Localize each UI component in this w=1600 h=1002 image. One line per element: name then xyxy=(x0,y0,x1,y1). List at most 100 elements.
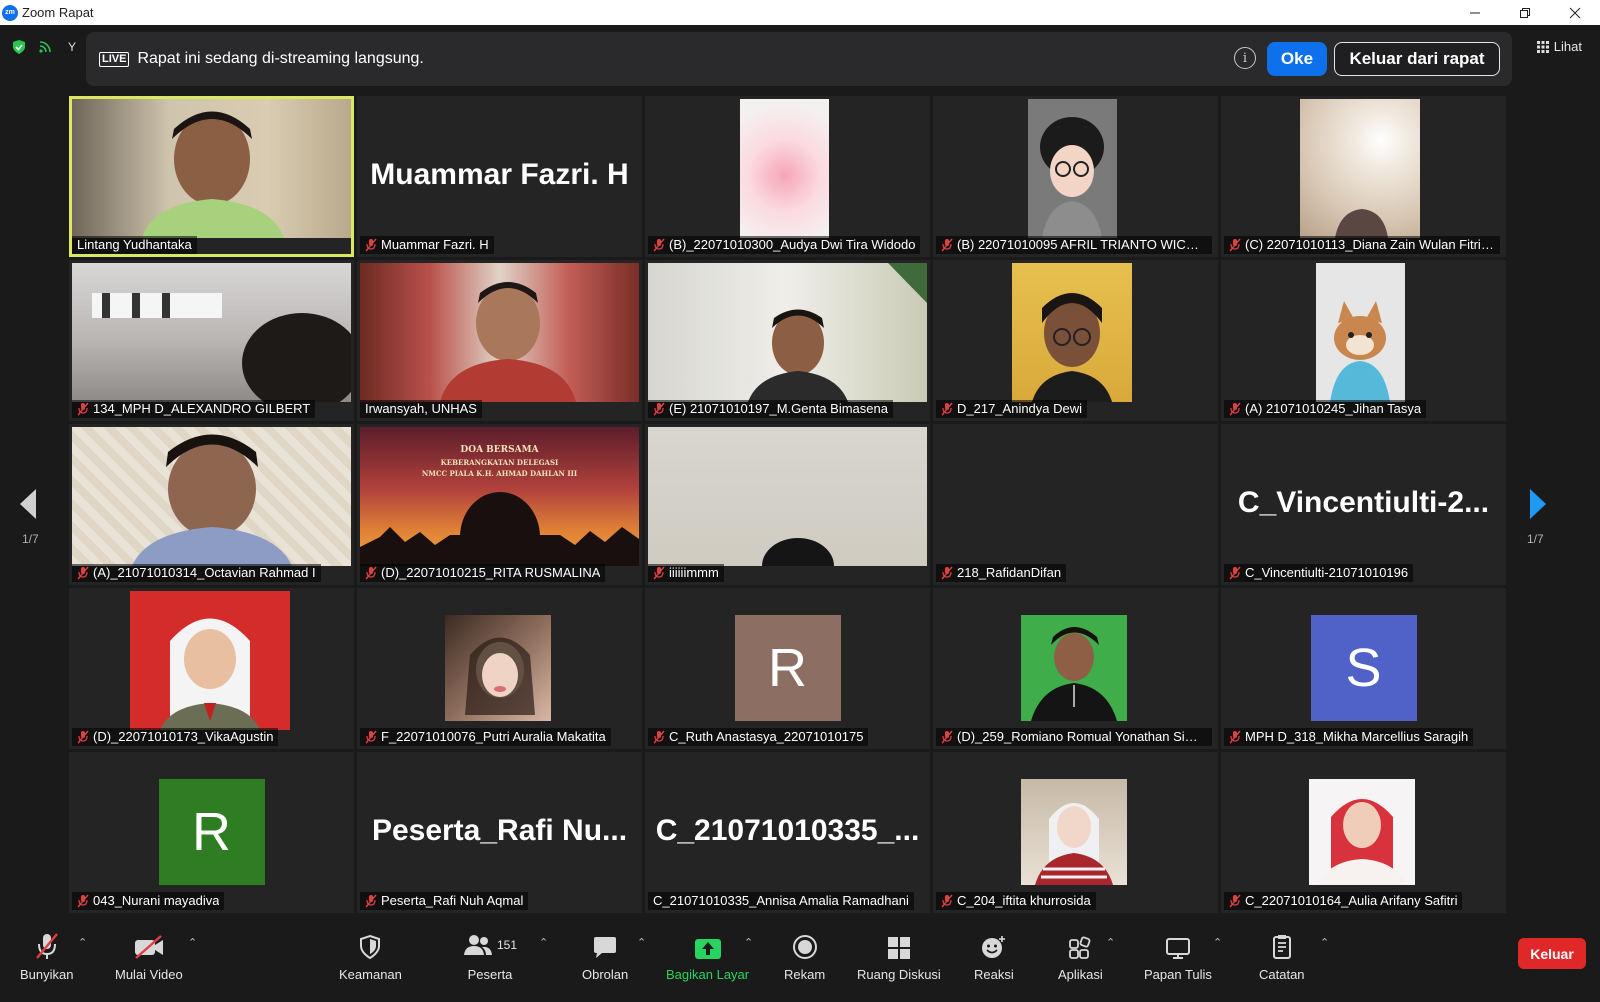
crowd-silhouette-icon xyxy=(360,492,639,566)
participant-name: iiiiiimmm xyxy=(669,565,719,580)
reactions-button[interactable]: Reaksi xyxy=(974,930,1014,982)
previous-page-icon[interactable] xyxy=(18,488,38,520)
participant-tile[interactable]: C_Vincentiulti-2... C_Vincentiulti-21071… xyxy=(1221,424,1506,585)
participant-name: (B)_22071010300_Audya Dwi Tira Widodo xyxy=(669,237,916,252)
participant-tile[interactable]: C_21071010335_... C_21071010335_Annisa A… xyxy=(645,752,930,913)
participant-name: D_217_Anindya Dewi xyxy=(957,401,1083,416)
participant-tile[interactable]: Peserta_Rafi Nu... Peserta_Rafi Nuh Aqma… xyxy=(357,752,642,913)
participant-tile[interactable]: iiiiiimmm xyxy=(645,424,930,585)
participants-count: 151 xyxy=(497,938,518,952)
muted-mic-icon xyxy=(365,238,377,252)
participant-name: Lintang Yudhantaka xyxy=(77,237,192,252)
participant-name: C_Ruth Anastasya_22071010175 xyxy=(669,729,864,744)
unmute-button[interactable]: Bunyikan xyxy=(20,930,73,982)
view-button[interactable]: Lihat xyxy=(1536,39,1582,54)
restore-button[interactable] xyxy=(1500,0,1550,25)
participants-options-chevron-icon[interactable]: ⌃ xyxy=(539,936,548,949)
participant-tile[interactable]: (D)_259_Romiano Romual Yonathan Sima... xyxy=(933,588,1218,749)
participant-nameplate: (D)_22071010215_RITA RUSMALINA xyxy=(360,564,606,582)
muted-mic-icon xyxy=(365,730,377,744)
minimize-icon xyxy=(1470,12,1480,13)
participants-button[interactable]: 151 Peserta xyxy=(463,930,517,982)
participant-video xyxy=(72,99,351,238)
participant-video xyxy=(1021,779,1127,885)
livestream-message: Rapat ini sedang di-streaming langsung. xyxy=(137,50,424,67)
leave-meeting-banner-button[interactable]: Keluar dari rapat xyxy=(1334,42,1500,76)
participant-video xyxy=(72,427,351,566)
start-video-button[interactable]: Mulai Video xyxy=(115,930,183,982)
shield-check-icon[interactable] xyxy=(12,39,26,55)
record-button[interactable]: Rekam xyxy=(784,930,825,982)
participant-nameplate: MPH D_318_Mikha Marcellius Saragih xyxy=(1224,728,1474,746)
share-screen-button[interactable]: Bagikan Layar xyxy=(666,930,749,982)
participant-tile[interactable]: (D)_22071010173_VikaAgustin xyxy=(69,588,354,749)
chat-options-chevron-icon[interactable]: ⌃ xyxy=(637,936,646,949)
participant-tile[interactable]: 218_RafidanDifan xyxy=(933,424,1218,585)
breakout-rooms-button[interactable]: Ruang Diskusi xyxy=(857,930,941,982)
participant-tile[interactable]: D_217_Anindya Dewi xyxy=(933,260,1218,421)
video-options-chevron-icon[interactable]: ⌃ xyxy=(188,936,197,949)
participant-tile[interactable]: Muammar Fazri. H Muammar Fazri. H xyxy=(357,96,642,257)
participant-tile[interactable]: Lintang Yudhantaka xyxy=(69,96,354,257)
person-photo-icon xyxy=(1035,803,1113,885)
participant-name: C_21071010335_Annisa Amalia Ramadhani xyxy=(653,893,909,908)
audio-options-chevron-icon[interactable]: ⌃ xyxy=(78,936,87,949)
grid-view-icon xyxy=(1536,40,1549,53)
participant-tile[interactable]: R C_Ruth Anastasya_22071010175 xyxy=(645,588,930,749)
participant-nameplate: (B)_22071010300_Audya Dwi Tira Widodo xyxy=(648,236,921,254)
participant-tile[interactable]: (B) 22071010095 AFRIL TRIANTO WICAKS... xyxy=(933,96,1218,257)
leave-button[interactable]: Keluar xyxy=(1518,938,1586,969)
chat-label: Obrolan xyxy=(582,967,629,982)
participant-nameplate: F_22071010076_Putri Auralia Makatita xyxy=(360,728,611,746)
participant-tile[interactable]: 134_MPH D_ALEXANDRO GILBERT xyxy=(69,260,354,421)
muted-mic-icon xyxy=(653,730,665,744)
apps-options-chevron-icon[interactable]: ⌃ xyxy=(1106,936,1115,949)
muted-mic-icon xyxy=(1229,402,1241,416)
chat-icon xyxy=(594,937,617,958)
next-page-icon[interactable] xyxy=(1528,488,1548,520)
breakout-rooms-icon xyxy=(887,937,910,959)
participant-nameplate: C_Vincentiulti-21071010196 xyxy=(1224,564,1414,582)
person-silhouette-icon xyxy=(1335,209,1388,238)
close-window-button[interactable] xyxy=(1550,0,1600,25)
close-icon xyxy=(1569,7,1581,18)
participant-tile[interactable]: R 043_Nurani mayadiva xyxy=(69,752,354,913)
chat-button[interactable]: Obrolan xyxy=(582,930,628,982)
page-indicator-right: 1/7 xyxy=(1527,532,1544,546)
notes-icon xyxy=(1272,935,1291,959)
record-label: Rekam xyxy=(784,967,826,982)
participant-tile[interactable]: (A) 21071010245_Jihan Tasya xyxy=(1221,260,1506,421)
apps-button[interactable]: Aplikasi xyxy=(1058,930,1103,982)
whiteboard-button[interactable]: Papan Tulis xyxy=(1144,930,1212,982)
participant-nameplate: (B) 22071010095 AFRIL TRIANTO WICAKS... xyxy=(936,236,1212,254)
participant-name: Irwansyah, UNHAS xyxy=(365,401,477,416)
ok-button[interactable]: Oke xyxy=(1267,42,1327,76)
security-button[interactable]: Keamanan xyxy=(339,930,402,982)
participant-tile[interactable]: (E) 21071010197_M.Genta Bimasena xyxy=(645,260,930,421)
participant-tile[interactable]: S MPH D_318_Mikha Marcellius Saragih xyxy=(1221,588,1506,749)
participant-tile[interactable]: Irwansyah, UNHAS xyxy=(357,260,642,421)
participant-tile[interactable]: C_22071010164_Aulia Arifany Safitri xyxy=(1221,752,1506,913)
info-icon[interactable]: i xyxy=(1234,47,1256,69)
participant-tile[interactable]: (A)_21071010314_Octavian Rahmad I xyxy=(69,424,354,585)
participant-big-name: C_Vincentiulti-2... xyxy=(1237,486,1490,519)
participant-tile[interactable]: (C) 22071010113_Diana Zain Wulan Fitria.… xyxy=(1221,96,1506,257)
share-options-chevron-icon[interactable]: ⌃ xyxy=(744,936,753,949)
participant-nameplate: (A)_21071010314_Octavian Rahmad I xyxy=(72,564,321,582)
notes-options-chevron-icon[interactable]: ⌃ xyxy=(1320,936,1329,949)
room-scene-icon xyxy=(92,293,354,413)
participant-tile[interactable]: F_22071010076_Putri Auralia Makatita xyxy=(357,588,642,749)
participant-tile[interactable]: (B)_22071010300_Audya Dwi Tira Widodo xyxy=(645,96,930,257)
notes-button[interactable]: Catatan xyxy=(1259,930,1305,982)
participant-name: (A) 21071010245_Jihan Tasya xyxy=(1245,401,1422,416)
muted-mic-icon xyxy=(1229,566,1241,580)
participant-nameplate: Irwansyah, UNHAS xyxy=(360,400,482,418)
participant-tile[interactable]: DOA BERSAMA KEBERANGKATAN DELEGASI NMCC … xyxy=(357,424,642,585)
streaming-signal-icon[interactable] xyxy=(38,40,52,54)
minimize-button[interactable] xyxy=(1450,0,1500,25)
participant-tile[interactable]: C_204_iftita khurrosida xyxy=(933,752,1218,913)
participant-video xyxy=(360,263,639,402)
whiteboard-options-chevron-icon[interactable]: ⌃ xyxy=(1213,936,1222,949)
muted-mic-icon xyxy=(1229,730,1241,744)
participant-big-name: Muammar Fazri. H xyxy=(370,158,629,191)
